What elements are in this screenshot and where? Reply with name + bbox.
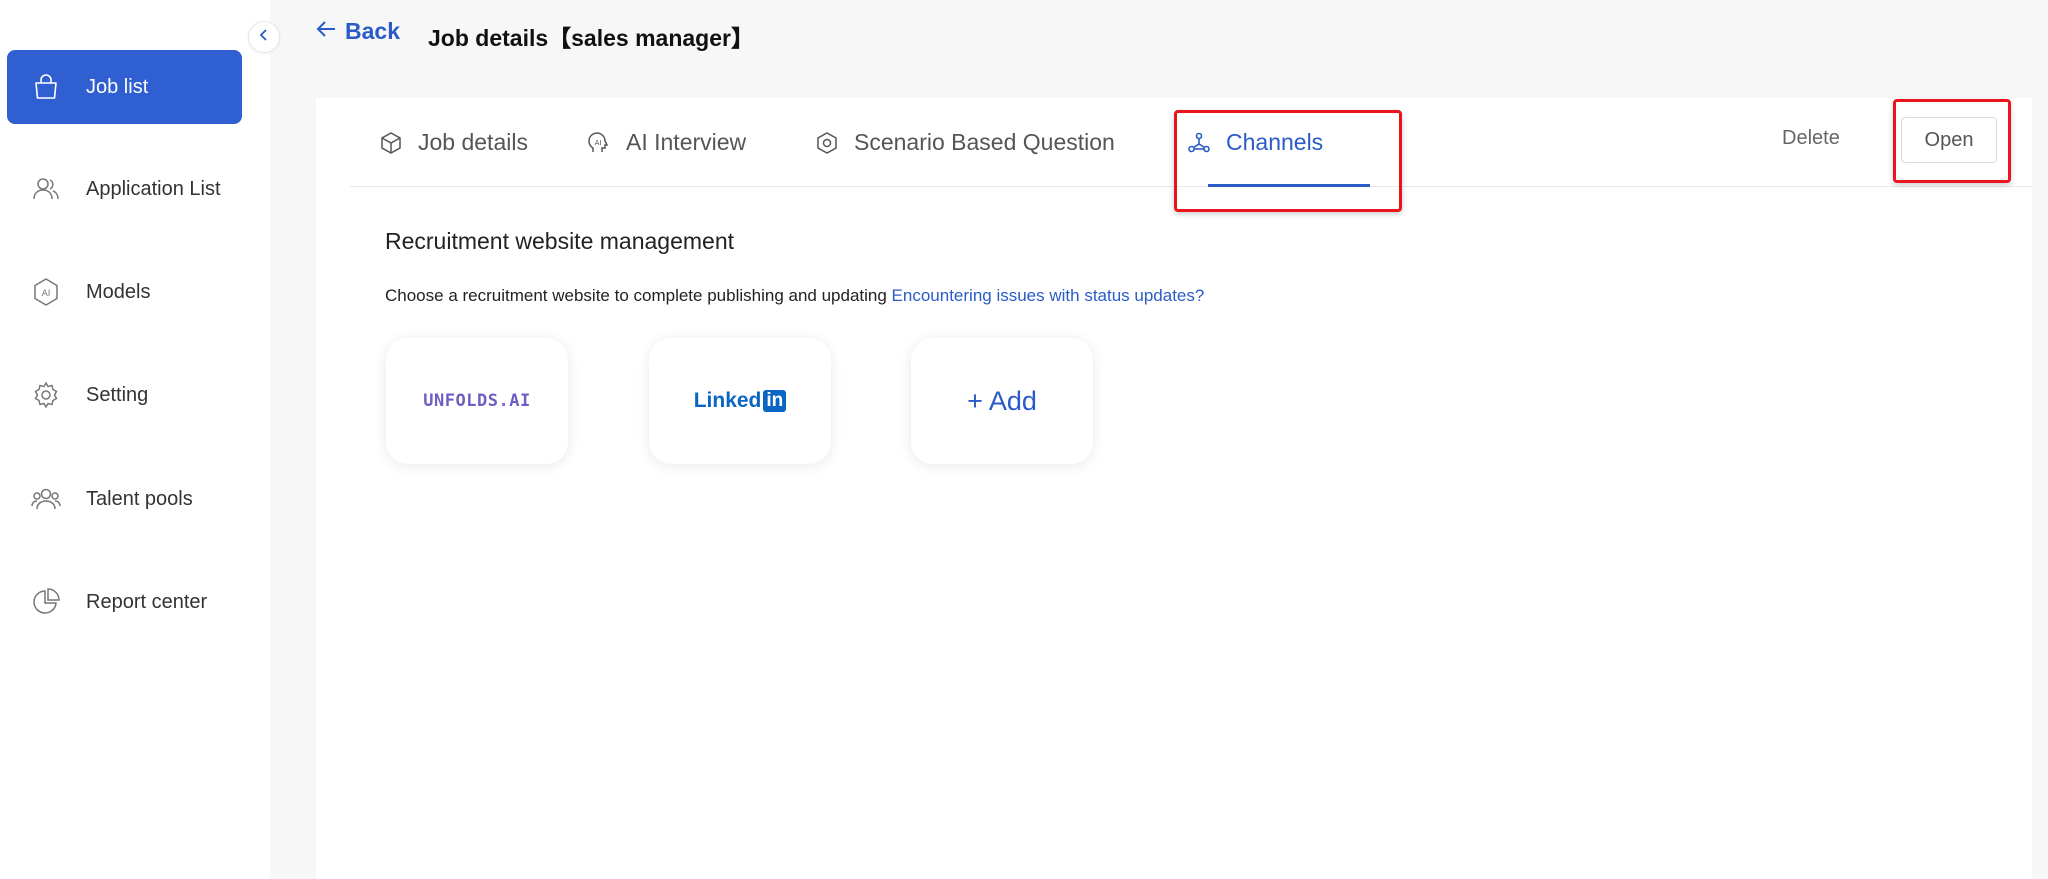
sidebar-item-models[interactable]: AI Models [7, 255, 242, 329]
users-icon [29, 172, 63, 206]
sidebar-item-label: Report center [86, 590, 208, 613]
tab-label: Scenario Based Question [854, 129, 1115, 155]
unfolds-logo-suffix: AI [509, 391, 531, 411]
svg-text:AI: AI [42, 289, 51, 299]
page-title: Job details【sales manager】 [428, 25, 754, 51]
tab-bar: Job details AI AI Interview Scenario Bas… [350, 98, 2032, 187]
add-channel-button[interactable]: + Add [911, 338, 1093, 464]
tab-label: AI Interview [626, 129, 747, 155]
tab-scenario-based-question[interactable]: Scenario Based Question [814, 98, 1115, 187]
linkedin-logo-text: Linked [693, 389, 762, 412]
chevron-left-icon [257, 28, 271, 47]
tab-channels[interactable]: Channels [1186, 98, 1323, 187]
tab-ai-interview[interactable]: AI AI Interview [586, 98, 746, 187]
add-label: + Add [967, 385, 1037, 416]
tab-label: Job details [418, 129, 528, 155]
gear-icon [29, 378, 63, 412]
job-detail-card: Job details AI AI Interview Scenario Bas… [316, 98, 2032, 879]
unfolds-logo-text: UNFOLDS [423, 391, 499, 411]
sidebar-item-label: Setting [86, 383, 149, 406]
linkedin-logo-badge: in [763, 390, 787, 412]
hexagon-icon [814, 130, 840, 156]
group-icon [29, 482, 63, 516]
ai-icon: AI [29, 275, 63, 309]
tab-job-details[interactable]: Job details [378, 98, 528, 187]
bag-icon [29, 70, 63, 104]
back-label: Back [345, 18, 400, 44]
pie-chart-icon [29, 585, 63, 619]
sidebar-item-label: Application List [86, 177, 221, 200]
cube-icon [378, 130, 404, 156]
active-tab-indicator [1208, 184, 1370, 187]
collapse-sidebar-button[interactable] [248, 21, 280, 53]
svg-text:AI: AI [595, 139, 602, 147]
sidebar-item-label: Job list [86, 75, 149, 98]
open-button[interactable]: Open [1901, 117, 1997, 163]
sidebar-item-application-list[interactable]: Application List [7, 152, 242, 226]
back-button[interactable]: Back [315, 18, 400, 45]
arrow-left-icon [315, 18, 345, 45]
sidebar-item-report-center[interactable]: Report center [7, 565, 242, 639]
unfolds-ai-logo: UNFOLDS.AI [423, 391, 530, 411]
sidebar-item-label: Talent pools [86, 487, 193, 510]
delete-button[interactable]: Delete [1782, 127, 1840, 150]
channel-card-linkedin[interactable]: Linked in [649, 338, 831, 464]
status-issue-link[interactable]: Encountering issues with status updates? [892, 286, 1205, 305]
sidebar-item-setting[interactable]: Setting [7, 358, 242, 432]
sidebar-item-label: Models [86, 280, 151, 303]
linkedin-logo: Linked in [694, 389, 787, 413]
tab-label: Channels [1226, 129, 1324, 155]
channel-card-unfolds[interactable]: UNFOLDS.AI [386, 338, 568, 464]
section-title: Recruitment website management [385, 228, 734, 254]
sidebar-item-talent-pools[interactable]: Talent pools [7, 462, 242, 536]
unfolds-logo-dot: . [498, 391, 510, 411]
sidebar: Job list Application List AI Models Sett… [0, 0, 270, 879]
section-description: Choose a recruitment website to complete… [385, 286, 1204, 306]
ai-head-icon: AI [586, 130, 612, 156]
channels-icon [1186, 130, 1212, 156]
description-text: Choose a recruitment website to complete… [385, 286, 887, 305]
sidebar-item-job-list[interactable]: Job list [7, 50, 242, 124]
